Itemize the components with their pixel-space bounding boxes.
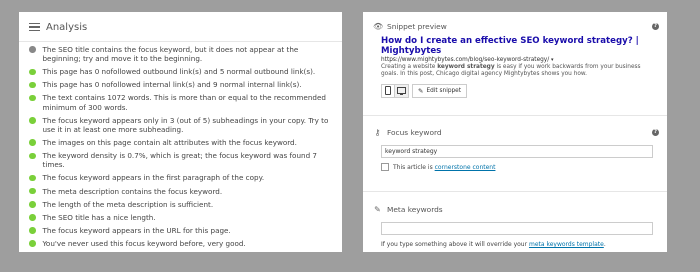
list-icon (29, 22, 40, 32)
analysis-panel: Analysis The SEO title contains the focu… (19, 12, 342, 252)
analysis-title: Analysis (46, 21, 88, 33)
analysis-result-text: You've never used this focus keyword bef… (42, 238, 246, 248)
snippet-preview-header: Snippet preview (387, 21, 447, 31)
pencil-icon: ✎ (374, 204, 381, 214)
status-good-icon (29, 227, 36, 234)
snippet-toolbar: ✎ Edit snippet (381, 83, 667, 98)
pencil-icon: ✎ (418, 86, 424, 95)
eye-icon: 👁 (373, 21, 384, 31)
analysis-result-text: The length of the meta description is su… (42, 199, 214, 209)
desktop-preview-button[interactable] (395, 83, 409, 98)
analysis-result-text: This page has 0 nofollowed outbound link… (42, 67, 316, 77)
analysis-result-text: The focus keyword appears only in 3 (out… (42, 115, 329, 134)
focus-keyword-input[interactable]: keyword strategy (381, 145, 653, 158)
status-good-icon (29, 94, 36, 102)
status-good-icon (29, 174, 36, 182)
analysis-result-text: The meta description contains the focus … (42, 186, 223, 196)
analysis-result-text: This page has 0 nofollowed internal link… (42, 80, 302, 90)
snippet-preview-section: 👁 Snippet preview ? How do I create an e… (363, 19, 667, 116)
analysis-result-item: This page has 0 nofollowed internal link… (29, 80, 336, 89)
status-good-icon (29, 152, 36, 160)
snippet-url: https://www.mightybytes.com/blog/seo-key… (381, 57, 667, 63)
meta-keywords-note: If you type something above it will over… (381, 241, 667, 248)
analysis-result-item: The SEO title contains the focus keyword… (29, 45, 336, 63)
focus-keyword-header: Focus keyword (387, 127, 442, 137)
status-good-icon (29, 117, 36, 124)
analysis-result-item: The SEO title has a nice length. (29, 213, 336, 222)
meta-note-text: If you type something above it will over… (381, 241, 529, 248)
mobile-icon (385, 86, 391, 96)
analysis-results-list: The SEO title contains the focus keyword… (19, 45, 342, 248)
analysis-result-text: The text contains 1072 words. This is mo… (42, 93, 326, 112)
snippet-desc-part: Creating a website (381, 64, 438, 70)
status-good-icon (29, 187, 36, 195)
snippet-desc-keyword: keyword strategy (437, 64, 495, 70)
status-neutral-icon (29, 46, 36, 53)
analysis-result-text: The SEO title contains the focus keyword… (42, 45, 299, 64)
analysis-result-item: The meta description contains the focus … (29, 187, 336, 196)
analysis-result-item: The keyword density is 0.7%, which is gr… (29, 151, 336, 169)
help-icon[interactable]: ? (652, 128, 659, 136)
meta-keywords-section: ✎ Meta keywords If you type something ab… (363, 202, 667, 272)
snippet-title[interactable]: How do I create an effective SEO keyword… (381, 36, 667, 56)
meta-keywords-header: Meta keywords (387, 204, 443, 214)
cornerstone-link[interactable]: cornerstone content (435, 164, 496, 171)
analysis-result-item: The focus keyword appears only in 3 (out… (29, 116, 336, 134)
caret-down-icon: ▾ (551, 57, 554, 63)
help-icon[interactable]: ? (652, 22, 659, 30)
status-good-icon (29, 214, 36, 221)
analysis-result-item: The focus keyword appears in the URL for… (29, 226, 336, 235)
cornerstone-label: This article is (393, 163, 433, 171)
status-good-icon (29, 68, 36, 76)
analysis-result-text: The focus keyword appears in the URL for… (42, 225, 231, 235)
edit-snippet-button[interactable]: ✎ Edit snippet (412, 83, 468, 98)
mobile-preview-button[interactable] (381, 83, 395, 98)
analysis-result-text: The focus keyword appears in the first p… (42, 173, 265, 183)
seo-settings-panel: 👁 Snippet preview ? How do I create an e… (363, 12, 667, 252)
snippet-description: Creating a website keyword strategy is e… (381, 64, 659, 79)
analysis-result-item: The text contains 1072 words. This is mo… (29, 93, 336, 112)
edit-snippet-label: Edit snippet (426, 87, 462, 94)
analysis-result-text: The keyword density is 0.7%, which is gr… (42, 151, 318, 170)
desktop-icon (397, 87, 406, 96)
analysis-result-text: The images on this page contain alt attr… (42, 138, 297, 148)
status-good-icon (29, 81, 36, 89)
key-icon: ⚷ (374, 127, 381, 137)
meta-keywords-template-link[interactable]: meta keywords template (529, 241, 604, 248)
status-good-icon (29, 139, 36, 146)
cornerstone-checkbox[interactable] (381, 163, 389, 171)
cornerstone-row: This article is cornerstone content (381, 163, 667, 171)
analysis-header[interactable]: Analysis (19, 12, 342, 35)
analysis-result-item: The length of the meta description is su… (29, 200, 336, 209)
meta-note-end: . (603, 241, 606, 248)
status-good-icon (29, 240, 36, 247)
snippet-url-text: https://www.mightybytes.com/blog/seo-key… (381, 57, 550, 63)
analysis-result-item: The images on this page contain alt attr… (29, 138, 336, 147)
status-good-icon (29, 201, 36, 208)
analysis-result-item: This page has 0 nofollowed outbound link… (29, 67, 336, 76)
analysis-result-item: You've never used this focus keyword bef… (29, 239, 336, 248)
analysis-result-item: The focus keyword appears in the first p… (29, 173, 336, 182)
analysis-result-text: The SEO title has a nice length. (42, 212, 156, 222)
divider (19, 41, 342, 42)
focus-keyword-section: ⚷ Focus keyword ? keyword strategy This … (363, 125, 667, 192)
meta-keywords-input[interactable] (381, 222, 653, 235)
